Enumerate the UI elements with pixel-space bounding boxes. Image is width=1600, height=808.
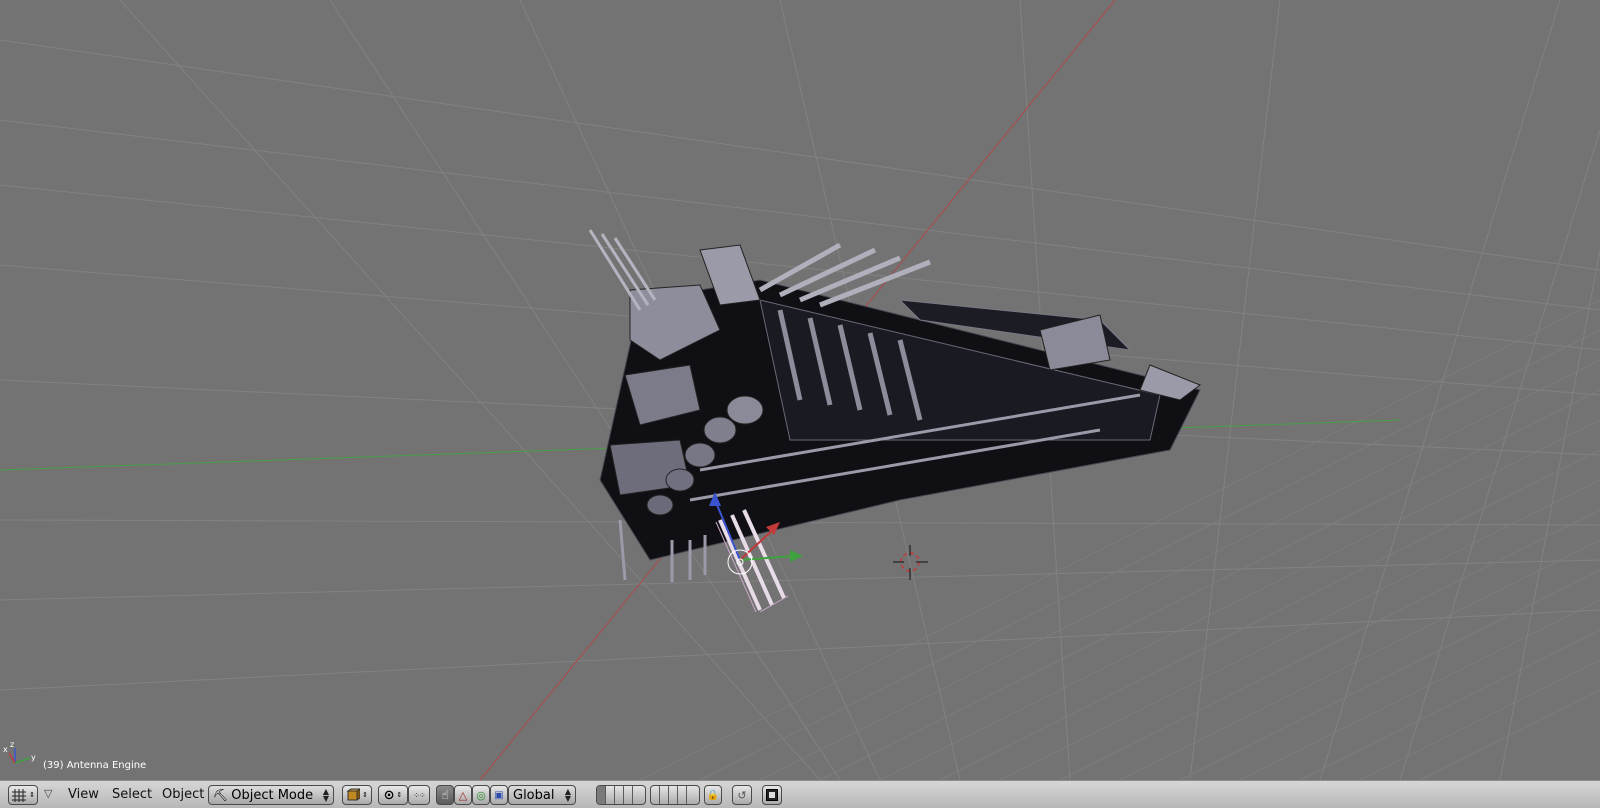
pivot-button[interactable]: ⊙ ⇕ — [378, 785, 408, 805]
3d-viewport[interactable]: z y x (39) Antenna Engine — [0, 0, 1600, 780]
render-button[interactable] — [762, 785, 782, 805]
pivot-icon: ⊙ — [383, 787, 395, 803]
axis-widget: z y x — [3, 740, 36, 764]
snap-icon: ↺ — [737, 788, 747, 802]
mode-label: Object Mode — [231, 787, 314, 803]
menu-view[interactable]: View — [68, 787, 99, 803]
menu-object[interactable]: Object — [162, 787, 204, 803]
chevron-updown-icon: ⇕ — [29, 791, 35, 799]
x-axis-label: x — [3, 745, 8, 754]
layers-dots-button[interactable]: ⁘⁘ — [408, 785, 430, 805]
dots-icon: ⁘⁘ — [413, 790, 425, 800]
manipulator-toggle-button[interactable]: ☝ — [436, 785, 454, 805]
active-object-status: (39) Antenna Engine — [43, 760, 147, 771]
collapse-menu-triangle-icon[interactable]: ▽ — [44, 787, 52, 800]
translate-manipulator-button[interactable]: △ — [454, 785, 472, 805]
dropdown-arrow-icon: ▲ ▼ — [564, 787, 571, 803]
layer-button[interactable] — [651, 786, 660, 804]
layer-button[interactable] — [606, 786, 615, 804]
3d-view-header: ⇕ ▽ View Select Object ⛏ Object Mode ▲ ▼ … — [0, 780, 1600, 808]
ship-model[interactable] — [588, 229, 1202, 613]
snap-button[interactable]: ↺ — [732, 785, 752, 805]
render-icon — [766, 789, 778, 801]
lock-layers-button[interactable]: 🔒 — [704, 785, 722, 805]
dropdown-arrow-icon: ▲ ▼ — [322, 787, 329, 803]
y-axis-label: y — [31, 753, 36, 762]
mode-dropdown[interactable]: ⛏ Object Mode ▲ ▼ — [208, 785, 334, 805]
hand-icon: ☝ — [441, 788, 449, 802]
grid-icon — [12, 789, 27, 802]
orientation-dropdown[interactable]: Global ▲ ▼ — [508, 785, 576, 805]
layer-button[interactable] — [624, 786, 633, 804]
scale-manipulator-button[interactable]: ▣ — [490, 785, 508, 805]
layer-button[interactable] — [678, 786, 687, 804]
orientation-label: Global — [513, 787, 555, 803]
scale-icon: ▣ — [494, 789, 504, 801]
layer-button[interactable] — [615, 786, 624, 804]
translate-icon: △ — [458, 788, 468, 802]
chevron-updown-icon: ⇕ — [396, 791, 403, 799]
z-axis-label: z — [10, 740, 14, 749]
layer-button[interactable] — [669, 786, 678, 804]
layer-button[interactable] — [597, 786, 606, 804]
solid-shading-icon — [346, 788, 361, 801]
layer-button[interactable] — [687, 786, 696, 804]
editor-type-button[interactable]: ⇕ — [8, 785, 38, 805]
3d-cursor — [893, 545, 928, 580]
lock-icon: 🔒 — [706, 789, 720, 801]
layer-buttons-group-1[interactable] — [596, 785, 646, 805]
viewport-canvas[interactable]: z y x — [0, 0, 1600, 780]
rotate-icon: ◎ — [476, 788, 486, 802]
layer-button[interactable] — [633, 786, 642, 804]
object-mode-icon: ⛏ — [213, 788, 229, 802]
layer-button[interactable] — [660, 786, 669, 804]
menu-select[interactable]: Select — [112, 787, 152, 803]
layer-buttons-group-2[interactable] — [650, 785, 700, 805]
rotate-manipulator-button[interactable]: ◎ — [472, 785, 490, 805]
draw-type-button[interactable]: ⇕ — [342, 785, 372, 805]
chevron-updown-icon: ⇕ — [362, 791, 368, 799]
